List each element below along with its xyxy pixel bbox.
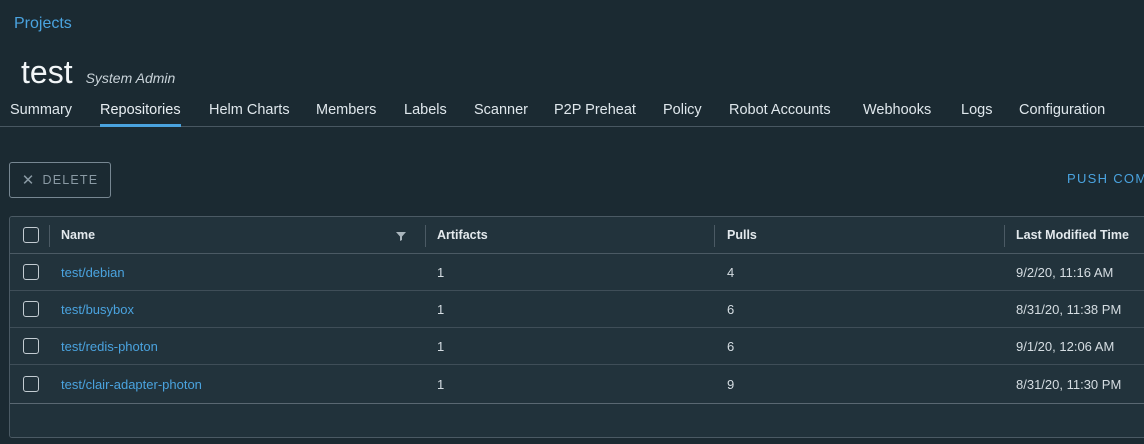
artifacts-count: 1 (437, 301, 445, 317)
project-header: test System Admin (21, 54, 175, 91)
tab-helm-charts[interactable]: Helm Charts (209, 102, 290, 124)
repository-link[interactable]: test/debian (61, 254, 125, 290)
filter-icon[interactable] (395, 230, 407, 242)
column-divider (49, 225, 50, 247)
close-icon: ✕ (21, 172, 36, 189)
tab-policy[interactable]: Policy (663, 102, 702, 124)
last-modified-time: 9/1/20, 12:06 AM (1016, 338, 1115, 354)
tab-scanner[interactable]: Scanner (474, 102, 528, 124)
tab-robot-accounts[interactable]: Robot Accounts (729, 102, 831, 124)
pulls-count: 9 (727, 376, 735, 392)
tab-repositories[interactable]: Repositories (100, 102, 181, 127)
push-command-button[interactable]: PUSH COM (1067, 171, 1144, 186)
artifacts-count: 1 (437, 338, 445, 354)
column-header-pulls[interactable]: Pulls (727, 217, 757, 253)
row-checkbox[interactable] (23, 264, 39, 280)
tab-summary[interactable]: Summary (10, 102, 72, 124)
tab-members[interactable]: Members (316, 102, 376, 124)
row-select-cell (23, 254, 39, 290)
table-footer (10, 405, 1144, 437)
row-select-cell (23, 291, 39, 327)
repository-link[interactable]: test/busybox (61, 291, 134, 327)
project-page: Projects test System Admin Summary Repos… (0, 0, 1144, 444)
last-modified-time: 8/31/20, 11:30 PM (1016, 376, 1122, 392)
tab-labels[interactable]: Labels (404, 102, 447, 124)
tab-configuration[interactable]: Configuration (1019, 102, 1105, 124)
tab-logs[interactable]: Logs (961, 102, 992, 124)
breadcrumb-projects[interactable]: Projects (14, 15, 72, 33)
delete-button[interactable]: ✕ DELETE (9, 162, 111, 198)
select-all-checkbox[interactable] (23, 227, 39, 243)
delete-button-label: DELETE (42, 173, 99, 187)
role-label: System Admin (85, 70, 176, 86)
table-header: Name Artifacts Pulls Last Modified Time (10, 217, 1144, 254)
last-modified-time: 8/31/20, 11:38 PM (1016, 301, 1122, 317)
artifacts-count: 1 (437, 264, 445, 280)
row-checkbox[interactable] (23, 376, 39, 392)
repository-link[interactable]: test/clair-adapter-photon (61, 365, 202, 403)
pulls-count: 4 (727, 264, 735, 280)
last-modified-time: 9/2/20, 11:16 AM (1016, 264, 1114, 280)
row-checkbox[interactable] (23, 338, 39, 354)
repositories-table: Name Artifacts Pulls Last Modified Time … (9, 216, 1144, 438)
pulls-count: 6 (727, 338, 735, 354)
row-select-cell (23, 328, 39, 364)
row-select-cell (23, 365, 39, 403)
table-row: test/debian 1 4 9/2/20, 11:16 AM (10, 254, 1144, 291)
tab-webhooks[interactable]: Webhooks (863, 102, 931, 124)
row-checkbox[interactable] (23, 301, 39, 317)
column-divider (714, 225, 715, 247)
page-title: test (21, 54, 73, 90)
column-header-name[interactable]: Name (61, 217, 95, 253)
project-tabs: Summary Repositories Helm Charts Members… (0, 98, 1144, 127)
select-all-cell (23, 217, 39, 253)
table-row: test/clair-adapter-photon 1 9 8/31/20, 1… (10, 365, 1144, 404)
artifacts-count: 1 (437, 376, 445, 392)
column-header-last-modified[interactable]: Last Modified Time (1016, 217, 1129, 253)
table-row: test/busybox 1 6 8/31/20, 11:38 PM (10, 291, 1144, 328)
pulls-count: 6 (727, 301, 735, 317)
repository-link[interactable]: test/redis-photon (61, 328, 158, 364)
table-row: test/redis-photon 1 6 9/1/20, 12:06 AM (10, 328, 1144, 365)
column-divider (425, 225, 426, 247)
column-divider (1004, 225, 1005, 247)
tab-p2p-preheat[interactable]: P2P Preheat (554, 102, 636, 124)
column-header-artifacts[interactable]: Artifacts (437, 217, 488, 253)
